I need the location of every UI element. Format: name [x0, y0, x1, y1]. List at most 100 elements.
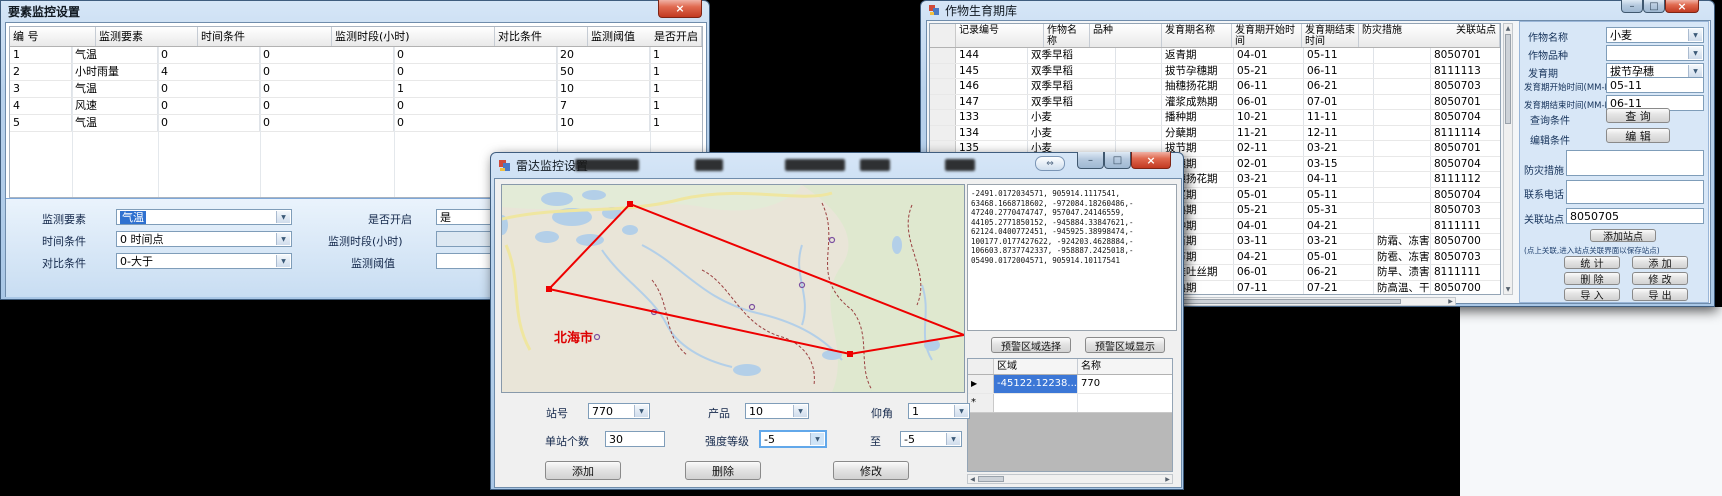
column-header[interactable]: 记录编号 [956, 24, 1044, 47]
elements-window-titlebar[interactable]: 要素监控设置 [0, 0, 710, 22]
start-date-input[interactable]: 05-11 [1606, 77, 1704, 93]
table-row[interactable]: 146 双季早稻 抽穗扬花期 06-11 06-21 8050703 [930, 79, 1500, 95]
query-button[interactable]: 查 询 [1606, 108, 1670, 123]
table-row[interactable]: 1 气温 0 0 0 20 1 [10, 47, 702, 64]
add-button[interactable]: 添 加 [1632, 256, 1688, 269]
app-icon [498, 159, 511, 172]
chevron-down-icon[interactable]: ▼ [946, 433, 960, 445]
export-button[interactable]: 导 出 [1632, 288, 1688, 301]
compare-select[interactable]: 0-大于▼ [116, 253, 292, 269]
time-cond-select[interactable]: 0 时间点▼ [116, 231, 292, 247]
crop-window-titlebar[interactable]: 作物生育期库 [920, 0, 1715, 20]
stat-button[interactable]: 统 计 [1564, 256, 1620, 269]
table-row[interactable]: 3 气温 0 0 1 10 1 [10, 81, 702, 98]
grid-new-row[interactable]: * [968, 394, 1172, 413]
intensity-select[interactable]: -5▼ [760, 431, 826, 447]
column-header[interactable]: 对比条件 [495, 27, 588, 46]
vertical-scrollbar[interactable]: ▲ ▼ [1503, 23, 1513, 295]
scrollbar-thumb[interactable] [978, 476, 1004, 482]
maximize-button[interactable]: □ [1643, 0, 1665, 13]
scroll-left-icon[interactable]: ◀ [968, 475, 977, 483]
scroll-down-icon[interactable]: ▼ [1504, 285, 1512, 294]
maximize-button[interactable]: □ [1104, 152, 1131, 169]
map-view[interactable]: 北海市 [501, 184, 965, 393]
column-header[interactable]: 发育期名称 [1162, 24, 1232, 47]
grid-row[interactable]: ▶ -45122.12238... 770 [968, 375, 1172, 394]
column-header[interactable]: 名称 [1078, 359, 1172, 374]
scroll-up-icon[interactable]: ▲ [1504, 24, 1512, 33]
table-row[interactable]: 5 气温 0 0 0 10 1 [10, 115, 702, 132]
scroll-right-icon[interactable]: ▶ [1163, 475, 1172, 483]
resize-pill-button[interactable]: ⇔ [1035, 156, 1065, 171]
chevron-down-icon[interactable]: ▼ [810, 433, 824, 445]
table-row[interactable]: 147 双季早稻 灌浆成熟期 06-01 07-01 8050701 [930, 95, 1500, 111]
area-show-button[interactable]: 预警区域显示 [1085, 337, 1165, 353]
column-header[interactable]: 品种 [1090, 24, 1162, 47]
column-header[interactable]: 监测要素 [96, 27, 198, 46]
column-header[interactable]: 区域 [994, 359, 1078, 374]
cell-start-date: 03-21 [1234, 172, 1304, 187]
column-header[interactable]: 作物名称 [1044, 24, 1090, 47]
scrollbar-thumb[interactable] [1505, 34, 1511, 124]
chevron-down-icon[interactable]: ▼ [276, 255, 290, 267]
column-header[interactable]: 发育期结束时间 [1302, 24, 1359, 47]
area-select-button[interactable]: 预警区域选择 [991, 337, 1071, 353]
coordinates-textarea[interactable]: -2491.0172034571, 905914.1117541, 63468.… [967, 184, 1177, 331]
cell-crop-name: 小麦 [1028, 126, 1116, 141]
close-button[interactable]: × [1665, 0, 1699, 13]
cell-end-date: 04-11 [1304, 172, 1374, 187]
chevron-down-icon[interactable]: ▼ [954, 405, 968, 417]
chevron-down-icon[interactable]: ▼ [793, 405, 807, 417]
add-station-button[interactable]: 添加站点 [1590, 229, 1656, 242]
cell-start-date: 04-01 [1234, 219, 1304, 234]
delete-button[interactable]: 删 除 [1564, 272, 1620, 285]
column-header[interactable]: 监测阈值 [588, 27, 651, 46]
cell-area[interactable]: -45122.12238... [994, 375, 1078, 393]
minimize-button[interactable]: – [1621, 0, 1643, 13]
station-count-input[interactable]: 30 [605, 431, 665, 447]
table-row[interactable]: 133 小麦 播种期 10-21 11-11 8050704 [930, 110, 1500, 126]
elevation-select[interactable]: 1▼ [908, 403, 970, 419]
column-header[interactable]: 防灾措施 [1359, 24, 1453, 47]
chevron-down-icon[interactable]: ▼ [276, 211, 290, 223]
table-row[interactable]: 134 小麦 分蘖期 11-21 12-11 8111114 [930, 126, 1500, 142]
chevron-down-icon[interactable]: ▼ [1688, 65, 1702, 77]
product-select[interactable]: 10▼ [745, 403, 809, 419]
column-header[interactable]: 关联站点 [1453, 24, 1500, 47]
column-header[interactable]: 时间条件 [198, 27, 332, 46]
table-row[interactable]: 145 双季早稻 拔节孕穗期 05-21 06-11 8111113 [930, 64, 1500, 80]
modify-button[interactable]: 修改 [833, 461, 909, 480]
table-row[interactable]: 4 风速 0 0 0 7 1 [10, 98, 702, 115]
grid-horizontal-scrollbar[interactable]: ◀ ▶ [967, 474, 1173, 484]
chevron-down-icon[interactable]: ▼ [634, 405, 648, 417]
table-row[interactable]: 144 双季早稻 返青期 04-01 05-11 8050701 [930, 48, 1500, 64]
cell-start-date: 02-01 [1234, 157, 1304, 172]
modify-button[interactable]: 修 改 [1632, 272, 1688, 285]
column-header[interactable]: 监测时段(小时) [332, 27, 495, 46]
column-header[interactable]: 发育期开始时间 [1232, 24, 1302, 47]
column-header[interactable]: 是否开启 [651, 27, 702, 46]
chevron-down-icon[interactable]: ▼ [1688, 47, 1702, 59]
measure-textarea[interactable] [1566, 150, 1704, 176]
scroll-right-icon[interactable]: ▶ [1446, 298, 1455, 305]
element-select[interactable]: 气温▼ [116, 209, 292, 225]
minimize-button[interactable]: – [1077, 152, 1104, 169]
variety-select[interactable]: ▼ [1606, 45, 1704, 61]
close-button[interactable]: × [1131, 152, 1171, 169]
edit-button[interactable]: 编 辑 [1606, 128, 1670, 143]
delete-button[interactable]: 删除 [685, 461, 761, 480]
import-button[interactable]: 导 入 [1564, 288, 1620, 301]
chevron-down-icon[interactable]: ▼ [1688, 29, 1702, 41]
add-button[interactable]: 添加 [545, 461, 621, 480]
phone-input[interactable] [1566, 180, 1704, 204]
row-marker [930, 79, 956, 94]
table-row[interactable]: 2 小时雨量 4 0 0 50 1 [10, 64, 702, 81]
close-button[interactable]: × [658, 0, 702, 18]
crop-name-select[interactable]: 小麦▼ [1606, 27, 1704, 43]
chevron-down-icon[interactable]: ▼ [276, 233, 290, 245]
station-no-select[interactable]: 770▼ [588, 403, 650, 419]
to-select[interactable]: -5▼ [900, 431, 962, 447]
station-input[interactable]: 8050705 [1566, 208, 1704, 224]
column-header[interactable]: 编 号 [10, 27, 96, 46]
crop-window-title: 作物生育期库 [945, 2, 1017, 19]
